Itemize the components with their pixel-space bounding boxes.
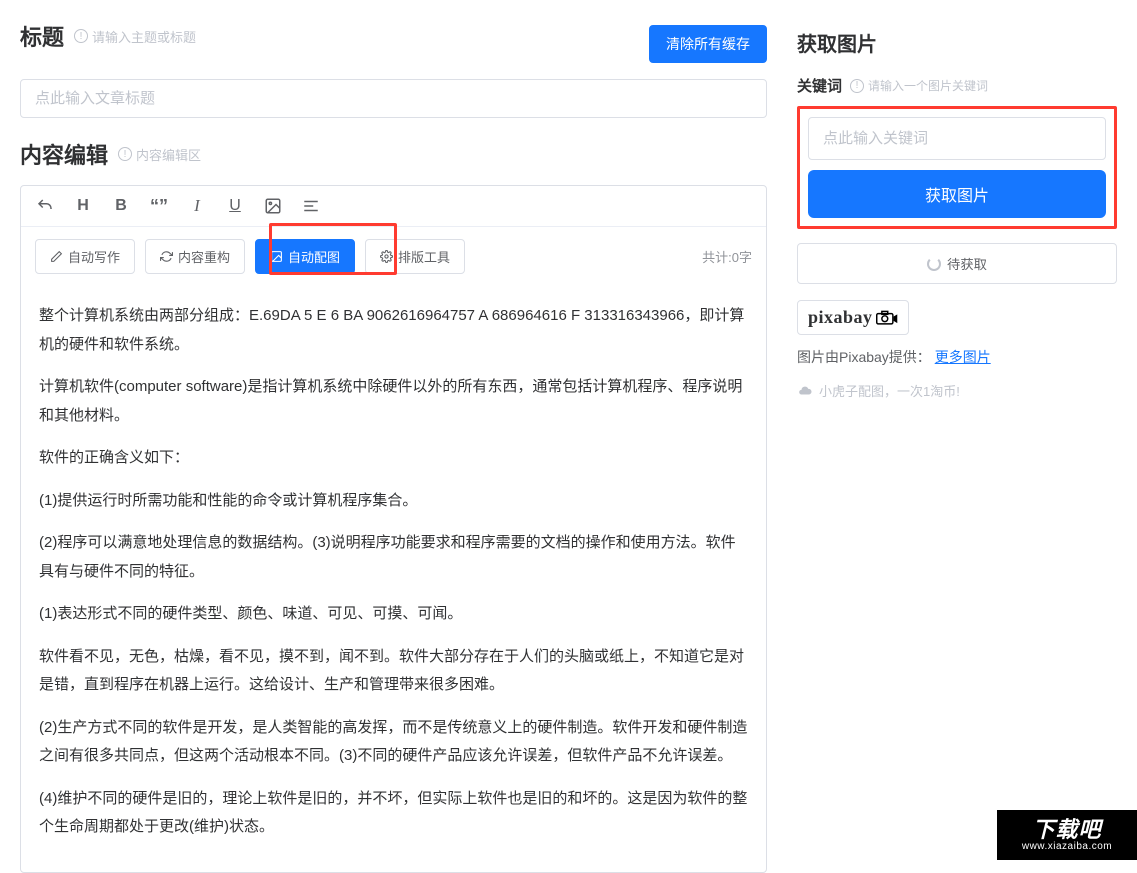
info-icon: ! [118, 147, 132, 161]
editor-content[interactable]: 整个计算机系统由两部分组成：E.69DA 5 E 6 BA 9062616964… [21, 286, 766, 872]
keyword-highlight-box: 获取图片 [797, 106, 1117, 229]
fetch-image-title: 获取图片 [797, 28, 1117, 57]
main-panel: 标题 ! 请输入主题或标题 清除所有缓存 内容编辑 ! 内容编辑区 [0, 0, 787, 860]
image-plus-icon [270, 250, 283, 263]
clear-cache-button[interactable]: 清除所有缓存 [649, 25, 767, 63]
editor-section-label: 内容编辑 [20, 138, 108, 170]
restructure-button[interactable]: 内容重构 [145, 239, 245, 274]
keyword-input[interactable] [808, 117, 1106, 160]
editor-hint: ! 内容编辑区 [118, 145, 201, 164]
watermark: 下载吧 www.xiazaiba.com [997, 810, 1137, 860]
undo-icon[interactable] [35, 196, 55, 216]
title-hint: ! 请输入主题或标题 [74, 27, 196, 46]
spinner-icon [927, 257, 941, 271]
keyword-hint: ! 请输入一个图片关键词 [850, 77, 988, 94]
content-paragraph: 计算机软件(computer software)是指计算机系统中除硬件以外的所有… [39, 373, 748, 430]
credit-line: 图片由Pixabay提供： 更多图片 [797, 347, 1117, 367]
italic-icon[interactable]: I [187, 196, 207, 216]
cloud-icon [797, 384, 813, 398]
title-section-label: 标题 [20, 20, 64, 52]
auto-image-button[interactable]: 自动配图 [255, 239, 355, 274]
sidebar-panel: 获取图片 关键词 ! 请输入一个图片关键词 获取图片 待获取 pixabay 图… [787, 0, 1137, 860]
content-paragraph: (1)提供运行时所需功能和性能的命令或计算机程序集合。 [39, 487, 748, 516]
image-icon[interactable] [263, 196, 283, 216]
title-header-row: 标题 ! 请输入主题或标题 清除所有缓存 [20, 20, 767, 67]
layout-tool-button[interactable]: 排版工具 [365, 239, 465, 274]
auto-write-button[interactable]: 自动写作 [35, 239, 135, 274]
settings-icon [380, 250, 393, 263]
article-title-input[interactable] [20, 79, 767, 118]
pending-button[interactable]: 待获取 [797, 243, 1117, 284]
more-images-link[interactable]: 更多图片 [935, 349, 991, 365]
bold-icon[interactable]: B [111, 196, 131, 216]
keyword-label: 关键词 [797, 75, 842, 96]
content-paragraph: (4)维护不同的硬件是旧的，理论上软件是旧的，并不坏，但实际上软件也是旧的和坏的… [39, 785, 748, 842]
refresh-icon [160, 250, 173, 263]
camera-icon [876, 310, 898, 326]
content-paragraph: 软件看不见，无色，枯燥，看不见，摸不到，闻不到。软件大部分存在于人们的头脑或纸上… [39, 643, 748, 700]
quote-icon[interactable]: “” [149, 196, 169, 216]
content-paragraph: (1)表达形式不同的硬件类型、颜色、味道、可见、可摸、可闻。 [39, 600, 748, 629]
fetch-image-button[interactable]: 获取图片 [808, 170, 1106, 218]
content-paragraph: 整个计算机系统由两部分组成：E.69DA 5 E 6 BA 9062616964… [39, 302, 748, 359]
editor-box: H B “” I U 自动写作 [20, 185, 767, 873]
content-paragraph: (2)程序可以满意地处理信息的数据结构。(3)说明程序功能要求和程序需要的文档的… [39, 529, 748, 586]
info-icon: ! [850, 79, 864, 93]
word-count: 共计:0字 [702, 247, 752, 266]
format-toolbar: H B “” I U [21, 186, 766, 227]
info-icon: ! [74, 29, 88, 43]
pixabay-badge: pixabay [797, 300, 909, 335]
align-icon[interactable] [301, 196, 321, 216]
action-toolbar: 自动写作 内容重构 自动配图 排版工具 共计:0字 [21, 227, 766, 286]
footer-note: 小虎子配图，一次1淘币! [797, 381, 1117, 400]
pencil-icon [50, 250, 63, 263]
content-paragraph: (2)生产方式不同的软件是开发，是人类智能的高发挥，而不是传统意义上的硬件制造。… [39, 714, 748, 771]
heading-icon[interactable]: H [73, 196, 93, 216]
content-paragraph: 软件的正确含义如下： [39, 444, 748, 473]
underline-icon[interactable]: U [225, 196, 245, 216]
